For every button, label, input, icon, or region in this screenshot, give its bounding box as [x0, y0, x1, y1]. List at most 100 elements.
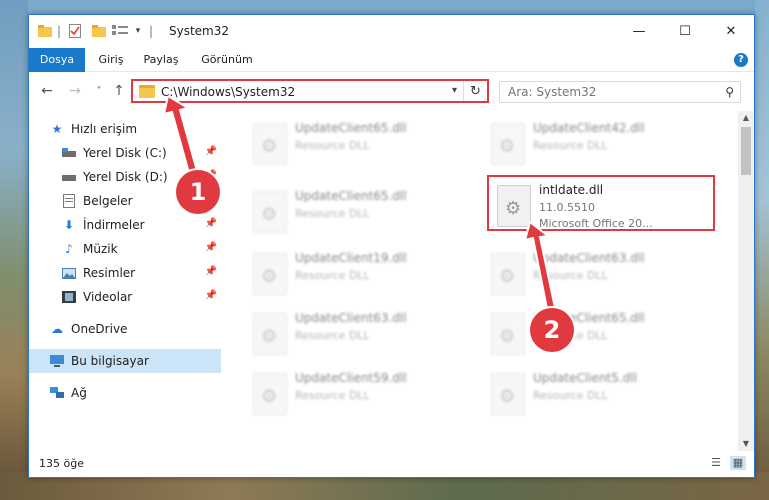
ribbon-tabs: Dosya Giriş Paylaş Görünüm ? — [29, 48, 754, 72]
navigation-bar: ← → ˅ ↑ C:\Windows\System32 ▾ ↻ ⚲ — [29, 73, 754, 109]
file-description: Resource DLL — [295, 329, 370, 342]
file-item[interactable]: UpdateClient65.dll Resource DLL — [245, 115, 473, 171]
file-name: UpdateClient59.dll — [295, 371, 407, 385]
minimize-button[interactable]: — — [616, 15, 662, 47]
dll-file-icon — [491, 253, 525, 295]
file-item-intldate[interactable]: intldate.dll 11.0.5510 Microsoft Office … — [487, 175, 715, 231]
sidebar-item-pictures[interactable]: Resimler 📌 — [29, 261, 221, 285]
maximize-button[interactable]: ☐ — [662, 15, 708, 47]
search-box[interactable]: ⚲ — [499, 81, 741, 103]
drive-icon — [61, 145, 77, 161]
file-name: UpdateClient19.dll — [295, 251, 407, 265]
step-badge-2: 2 — [530, 308, 574, 352]
pin-icon: 📌 — [204, 242, 217, 253]
dropdown-icon[interactable]: ▾ — [133, 23, 143, 39]
file-name: UpdateClient63.dll — [295, 311, 407, 325]
network-icon — [49, 385, 65, 401]
file-item[interactable]: UpdateClient65.dll Resource DLL — [483, 305, 711, 361]
file-item[interactable]: UpdateClient63.dll Resource DLL — [483, 245, 711, 301]
sidebar-item-label: Bu bilgisayar — [71, 354, 149, 368]
close-button[interactable]: ✕ — [708, 15, 754, 47]
sidebar-item-music[interactable]: ♪ Müzik 📌 — [29, 237, 221, 261]
sidebar-item-label: OneDrive — [71, 322, 128, 336]
folder-icon — [37, 23, 53, 39]
up-button[interactable]: ↑ — [109, 81, 129, 101]
sidebar-item-label: Yerel Disk (C:) — [83, 146, 167, 160]
vertical-scrollbar[interactable]: ▲ ▼ — [738, 111, 754, 451]
help-button[interactable]: ? — [734, 53, 748, 67]
sidebar-item-label: Resimler — [83, 266, 136, 280]
separator: | — [148, 24, 154, 38]
file-item[interactable]: UpdateClient19.dll Resource DLL — [245, 245, 473, 301]
file-description: Resource DLL — [295, 139, 370, 152]
file-item[interactable]: UpdateClient63.dll Resource DLL — [245, 305, 473, 361]
file-description: Resource DLL — [533, 139, 608, 152]
tab-file[interactable]: Dosya — [29, 48, 85, 72]
file-item[interactable]: UpdateClient5.dll Resource DLL — [483, 365, 711, 421]
chevron-down-icon[interactable]: ▾ — [452, 85, 457, 96]
file-description: Resource DLL — [295, 207, 370, 220]
pin-icon: 📌 — [204, 266, 217, 277]
tab-home[interactable]: Giriş — [91, 48, 131, 72]
scroll-thumb[interactable] — [741, 127, 751, 175]
sidebar-item-onedrive[interactable]: ☁ OneDrive — [29, 317, 221, 341]
sidebar-item-label: Yerel Disk (D:) — [83, 170, 168, 184]
tab-view[interactable]: Görünüm — [197, 48, 257, 72]
recent-locations-button[interactable]: ˅ — [89, 81, 109, 101]
dll-file-icon — [491, 373, 525, 415]
sidebar-item-label: İndirmeler — [83, 218, 145, 232]
desktop-background-left — [0, 0, 28, 500]
sidebar-item-network[interactable]: Ağ — [29, 381, 221, 405]
dll-file-icon — [491, 123, 525, 165]
music-icon: ♪ — [65, 242, 73, 256]
search-input[interactable] — [500, 82, 700, 102]
file-description: Resource DLL — [295, 389, 370, 402]
back-button[interactable]: ← — [37, 81, 57, 101]
videos-icon — [61, 289, 77, 305]
dll-file-icon — [497, 185, 531, 227]
dll-file-icon — [491, 313, 525, 355]
item-count: 135 öğe — [39, 457, 84, 470]
documents-icon — [61, 193, 77, 209]
pin-icon: 📌 — [204, 290, 217, 301]
step-badge-1: 1 — [176, 170, 220, 214]
tab-share[interactable]: Paylaş — [137, 48, 185, 72]
folder-icon — [139, 85, 155, 98]
status-bar: 135 öğe ☰ ▦ — [29, 451, 754, 477]
sidebar-item-this-pc[interactable]: Bu bilgisayar — [29, 349, 221, 373]
properties-icon[interactable] — [67, 23, 83, 39]
download-icon: ⬇ — [63, 218, 75, 232]
file-version: 11.0.5510 — [539, 201, 595, 214]
drive-icon — [61, 169, 77, 185]
star-icon: ★ — [51, 122, 63, 136]
file-name: UpdateClient5.dll — [533, 371, 637, 385]
new-folder-icon[interactable] — [91, 23, 107, 39]
search-icon[interactable]: ⚲ — [725, 85, 734, 99]
dll-file-icon — [253, 313, 287, 355]
file-item[interactable]: UpdateClient42.dll Resource DLL — [483, 115, 711, 171]
dll-file-icon — [253, 123, 287, 165]
sidebar-item-videos[interactable]: Videolar 📌 — [29, 285, 221, 309]
file-list: UpdateClient65.dll Resource DLL UpdateCl… — [225, 111, 737, 451]
customize-toolbar-icon[interactable] — [111, 23, 129, 39]
title-bar: | ▾ | System32 — ☐ ✕ — [29, 15, 754, 47]
refresh-button[interactable]: ↻ — [463, 81, 487, 101]
scroll-down-icon[interactable]: ▼ — [738, 437, 754, 451]
sidebar-item-label: Müzik — [83, 242, 118, 256]
sidebar-item-label: Belgeler — [83, 194, 133, 208]
dll-file-icon — [253, 253, 287, 295]
sidebar-item-label: Videolar — [83, 290, 133, 304]
dll-file-icon — [253, 191, 287, 233]
pictures-icon — [61, 265, 77, 281]
file-item[interactable]: UpdateClient59.dll Resource DLL — [245, 365, 473, 421]
large-icons-view-icon[interactable]: ▦ — [730, 456, 746, 470]
sidebar-item-label: Ağ — [71, 386, 87, 400]
file-description: Resource DLL — [533, 389, 608, 402]
forward-button[interactable]: → — [65, 81, 85, 101]
sidebar-item-downloads[interactable]: ⬇ İndirmeler 📌 — [29, 213, 221, 237]
file-description: Resource DLL — [295, 269, 370, 282]
scroll-up-icon[interactable]: ▲ — [738, 111, 754, 125]
details-view-icon[interactable]: ☰ — [708, 456, 724, 470]
cloud-icon: ☁ — [51, 322, 63, 336]
file-item[interactable]: UpdateClient65.dll Resource DLL — [245, 183, 473, 239]
